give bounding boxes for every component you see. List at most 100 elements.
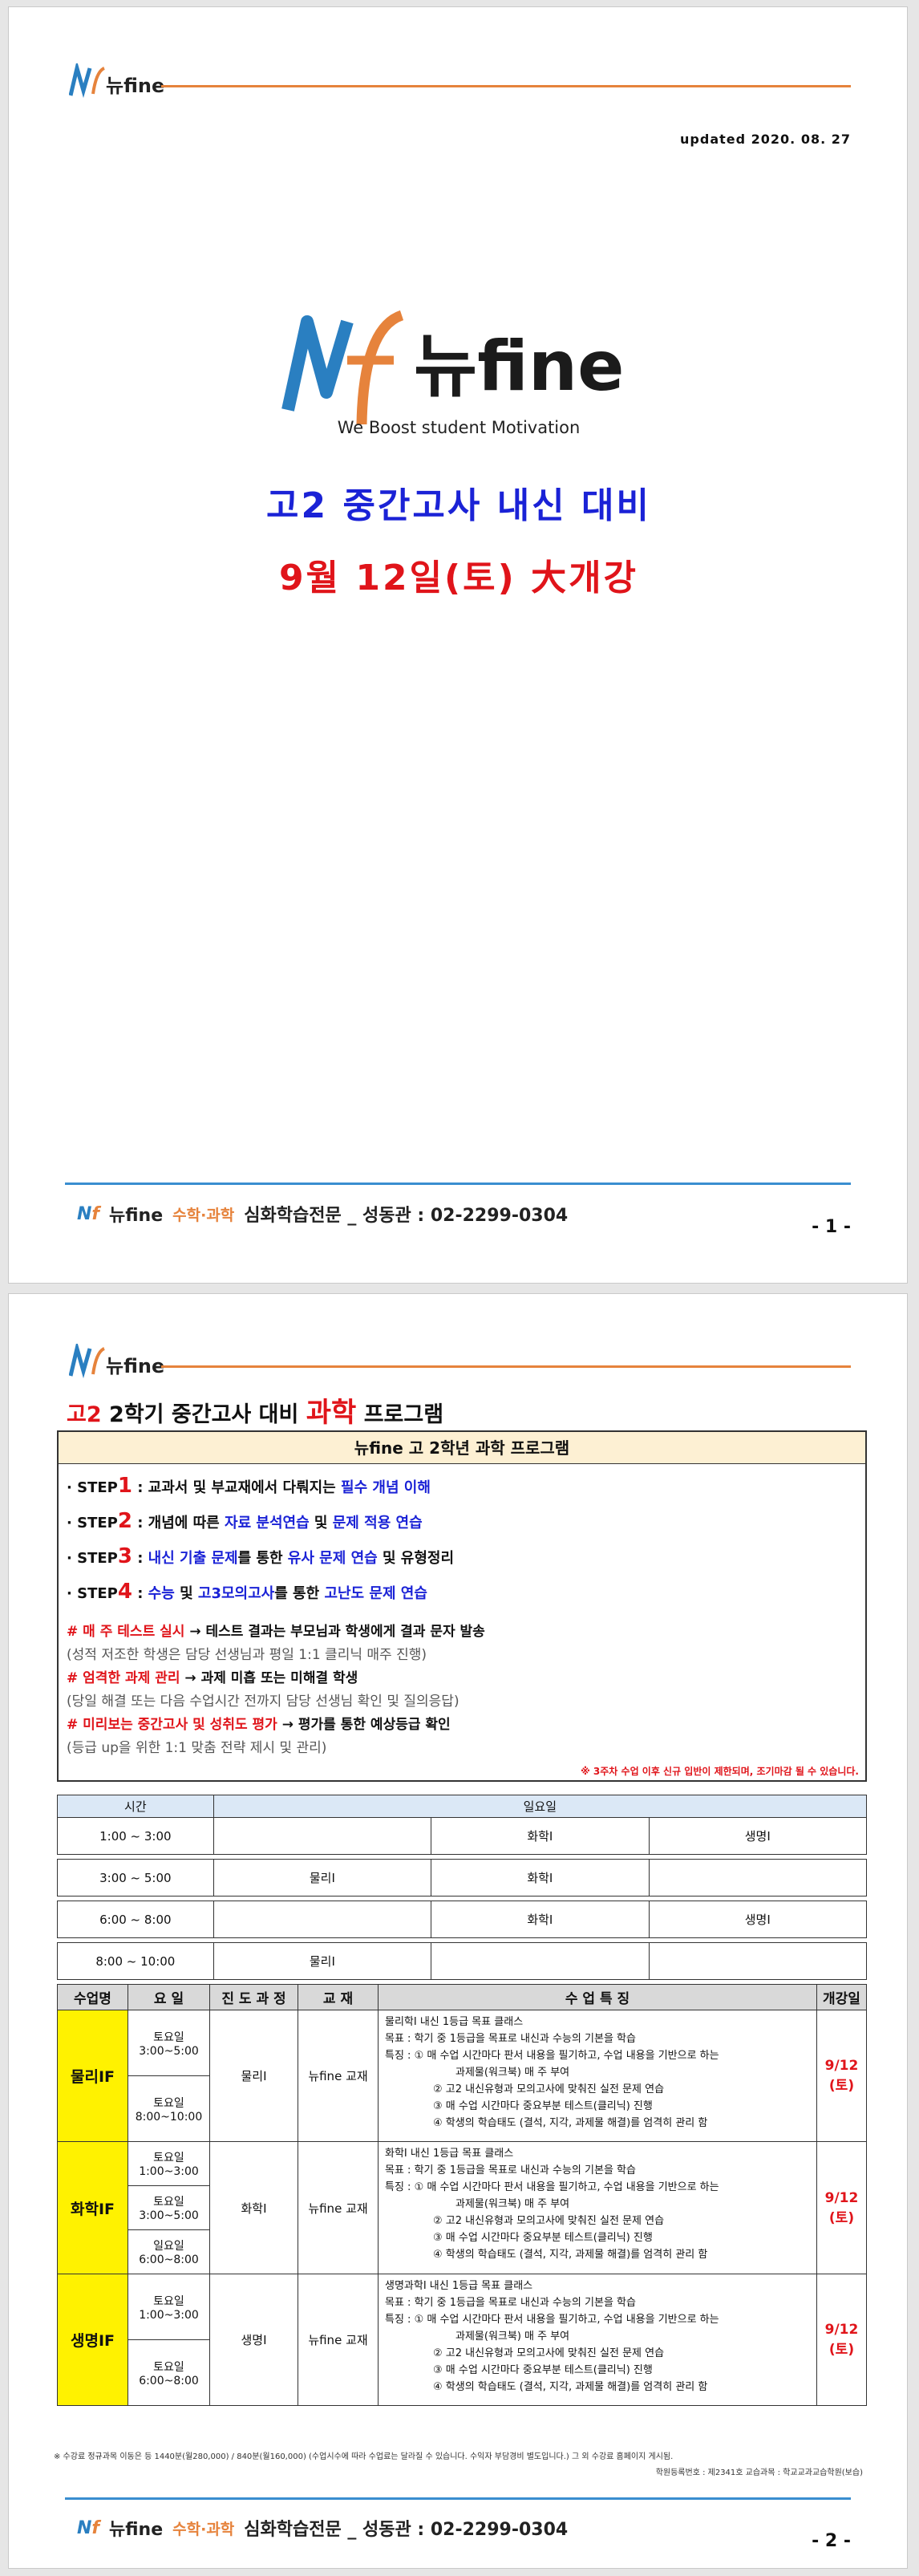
program-box: 뉴fine 고 2학년 과학 프로그램 · STEP1 : 교과서 및 부교재에… — [57, 1430, 867, 1782]
timetable-cell — [648, 1942, 868, 1980]
open-date: 9/12 — [824, 2322, 859, 2338]
footer: Nf 뉴fine 수학·과학 심화학습전문 _ 성동관 : 02-2299-03… — [77, 1201, 568, 1227]
timetable-cell: 화학Ⅰ — [431, 1859, 650, 1897]
title-subject: 과학 — [306, 1397, 357, 1429]
step-prefix: · STEP — [67, 1515, 118, 1531]
header-divider — [161, 1365, 851, 1368]
note-rest: → 평가를 통한 예상등급 확인 — [277, 1717, 451, 1733]
timetable-row: 3:00 ~ 5:00 물리Ⅰ 화학Ⅰ — [57, 1859, 868, 1897]
course-row: 생명ⅠF 토요일 1:00~3:00 생명Ⅰ 뉴fine 교재 생명과학Ⅰ 내신 1등급… — [57, 2274, 867, 2406]
timetable-time: 6:00 ~ 8:00 — [57, 1901, 214, 1938]
course-header: 요 일 — [128, 1984, 210, 2010]
course-progress: 화학Ⅰ — [209, 2141, 298, 2274]
timetable-cell — [648, 1859, 868, 1897]
timetable-cell — [431, 1942, 650, 1980]
note-item: # 미리보는 중간고사 및 성취도 평가 → 평가를 통한 예상등급 확인 — [67, 1713, 451, 1733]
step-highlight: 고난도 문제 연습 — [324, 1585, 427, 1602]
course-progress: 생명Ⅰ — [209, 2274, 298, 2406]
page-number: - 2 - — [812, 2531, 851, 2551]
open-date: 9/12 — [824, 2189, 859, 2206]
step-number: 2 — [117, 1509, 132, 1533]
open-day: (토) — [828, 2209, 855, 2226]
page-2: 뉴fine 고2 2학기 중간고사 대비 과학 프로그램 뉴fine 고 2학년… — [8, 1293, 908, 2569]
feature-line: 물리학Ⅰ 내신 1등급 목표 클래스 — [385, 2016, 524, 2028]
step-item: · STEP4 : 수능 및 고3모의고사를 통한 고난도 문제 연습 — [67, 1580, 427, 1604]
note-subtext: (당일 해결 또는 다음 수업시간 전까지 담당 선생님 확인 및 질의응답) — [67, 1694, 460, 1710]
course-row: 화학ⅠF 토요일 1:00~3:00 화학Ⅰ 뉴fine 교재 화학Ⅰ 내신 1등급 목… — [57, 2141, 867, 2274]
timetable-time: 8:00 ~ 10:00 — [57, 1942, 214, 1980]
feature-line: 과제물(워크북) 매 주 부여 — [455, 2067, 570, 2079]
header-brand-name: 뉴fine — [106, 1355, 165, 1377]
timetable-cell: 물리Ⅰ — [213, 1859, 432, 1897]
page-subtitle: 9월 12일(토) 大개강 — [278, 558, 639, 598]
step-number: 4 — [117, 1580, 132, 1604]
course-header: 수 업 특 징 — [378, 1984, 817, 2010]
fee-note: ※ 수강료 정규과목 이동은 등 1440분(월280,000) / 840분(… — [54, 2452, 674, 2461]
step-text: : — [132, 1550, 148, 1567]
timetable-cell: 화학Ⅰ — [431, 1901, 650, 1938]
step-text: 및 — [309, 1515, 333, 1531]
course-day: 일요일 6:00~8:00 — [128, 2229, 210, 2274]
course-open-date: 9/12 (토) — [816, 2010, 867, 2142]
feature-line: 화학Ⅰ 내신 1등급 목표 클래스 — [385, 2148, 514, 2160]
step-highlight: 유사 문제 연습 — [287, 1550, 378, 1567]
header-divider — [161, 85, 851, 87]
feature-line: ④ 학생의 학습태도 (결석, 지각, 과제물 해결)를 엄격히 관리 함 — [433, 2117, 708, 2129]
course-book: 뉴fine 교재 — [298, 2141, 379, 2274]
feature-line: ③ 매 수업 시간마다 중요부분 테스트(클리닉) 진행 — [433, 2100, 653, 2112]
note-key: 엄격한 과제 관리 — [83, 1670, 180, 1686]
feature-line: 목표 : 학기 중 1등급을 목표로 내신과 수능의 기본을 학습 — [385, 2297, 636, 2309]
feature-line: 특징 : ① 매 수업 시간마다 판서 내용을 필기하고, 수업 내용을 기반으… — [385, 2050, 719, 2062]
timetable-time: 1:00 ~ 3:00 — [57, 1817, 214, 1855]
note-item: (등급 up을 위한 1:1 맞춤 전략 제시 및 관리) — [67, 1736, 326, 1756]
footer-brand: 뉴fine — [109, 2520, 164, 2540]
registration-note: 학원등록번호 : 제2341호 교습과목 : 학교교과교습학원(보습) — [655, 2468, 863, 2477]
timetable-header-day: 일요일 — [213, 1795, 868, 1818]
course-name: 물리ⅠF — [57, 2010, 128, 2142]
title-grade: 고2 — [67, 1402, 102, 1427]
course-features: 물리학Ⅰ 내신 1등급 목표 클래스목표 : 학기 중 1등급을 목표로 내신과… — [378, 2010, 817, 2142]
timetable-cell: 생명Ⅰ — [648, 1901, 868, 1938]
feature-line: ② 고2 내신유형과 모의고사에 맞춰진 실전 문제 연습 — [433, 2083, 665, 2095]
footer-logo-icon: Nf — [77, 2517, 99, 2538]
course-header: 개강일 — [816, 1984, 867, 2010]
feature-line: ② 고2 내신유형과 모의고사에 맞춰진 실전 문제 연습 — [433, 2215, 665, 2227]
program-title: 고2 2학기 중간고사 대비 과학 프로그램 — [67, 1390, 443, 1430]
note-mark: # — [67, 1670, 83, 1686]
step-highlight: 필수 개념 이해 — [341, 1479, 431, 1496]
course-day: 토요일 1:00~3:00 — [128, 2274, 210, 2340]
note-key: 미리보는 중간고사 및 성취도 평가 — [83, 1717, 277, 1733]
step-highlight: 문제 적용 연습 — [332, 1515, 423, 1531]
step-text: : 교과서 및 부교재에서 다뤄지는 — [132, 1479, 342, 1496]
footer-brand: 뉴fine — [109, 1206, 164, 1226]
footer-contact: 심화학습전문 _ 성동관 : 02-2299-0304 — [244, 2520, 569, 2540]
note-item: (당일 해결 또는 다음 수업시간 전까지 담당 선생님 확인 및 질의응답) — [67, 1690, 460, 1710]
step-highlight: 자료 분석연습 — [225, 1515, 310, 1531]
step-prefix: · STEP — [67, 1479, 118, 1496]
feature-line: 과제물(워크북) 매 주 부여 — [455, 2198, 570, 2210]
step-text: 및 유형정리 — [377, 1550, 455, 1567]
open-date: 9/12 — [824, 2058, 859, 2074]
feature-line: 특징 : ① 매 수업 시간마다 판서 내용을 필기하고, 수업 내용을 기반으… — [385, 2314, 719, 2326]
step-item: · STEP2 : 개념에 따른 자료 분석연습 및 문제 적용 연습 — [67, 1509, 423, 1533]
timetable-time: 3:00 ~ 5:00 — [57, 1859, 214, 1897]
page-1: 뉴fine updated 2020. 08. 27 뉴fine We Boos… — [8, 6, 908, 1284]
header-brand-name: 뉴fine — [106, 75, 165, 97]
note-mark: # — [67, 1624, 83, 1640]
timetable-cell: 생명Ⅰ — [648, 1817, 868, 1855]
course-open-date: 9/12 (토) — [816, 2141, 867, 2274]
step-prefix: · STEP — [67, 1550, 118, 1567]
note-mark: # — [67, 1717, 83, 1733]
note-rest: → 테스트 결과는 부모님과 학생에게 결과 문자 발송 — [184, 1624, 485, 1640]
footer-contact: 심화학습전문 _ 성동관 : 02-2299-0304 — [244, 1206, 569, 1226]
feature-line: ③ 매 수업 시간마다 중요부분 테스트(클리닉) 진행 — [433, 2364, 653, 2376]
step-text: 를 통한 — [274, 1585, 325, 1602]
header-logo: 뉴fine — [68, 60, 181, 103]
timetable-row: 8:00 ~ 10:00 물리Ⅰ — [57, 1942, 868, 1980]
timetable-cell: 물리Ⅰ — [213, 1942, 432, 1980]
note-rest: → 과제 미흡 또는 미해결 학생 — [180, 1670, 358, 1686]
step-text: : — [132, 1585, 148, 1602]
title-mid: 2학기 중간고사 대비 — [101, 1402, 306, 1427]
timetable-row: 1:00 ~ 3:00 화학Ⅰ 생명Ⅰ — [57, 1817, 868, 1855]
feature-line: 목표 : 학기 중 1등급을 목표로 내신과 수능의 기본을 학습 — [385, 2033, 636, 2045]
